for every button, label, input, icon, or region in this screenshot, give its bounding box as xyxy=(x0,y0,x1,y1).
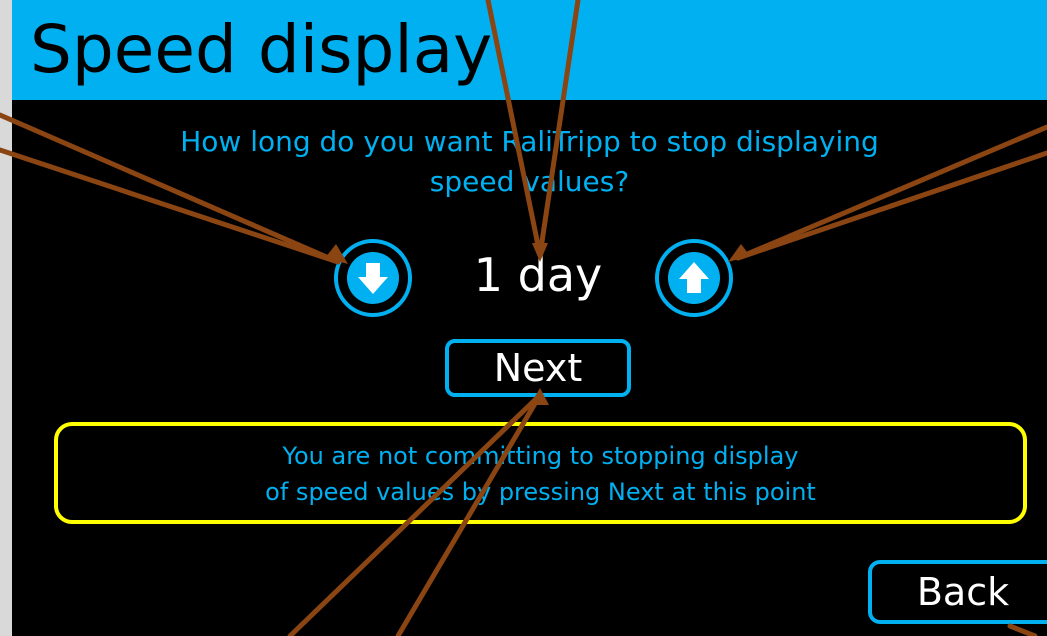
header-bar: Speed display xyxy=(12,0,1047,100)
page-title: Speed display xyxy=(30,11,493,88)
question-text: How long do you want RaliTripp to stop d… xyxy=(12,122,1047,202)
question-line-1: How long do you want RaliTripp to stop d… xyxy=(180,125,879,158)
info-note-line-1: You are not committing to stopping displ… xyxy=(282,442,799,470)
increase-button[interactable] xyxy=(655,239,733,317)
info-note: You are not committing to stopping displ… xyxy=(54,422,1027,524)
next-button[interactable]: Next xyxy=(445,339,631,397)
back-button[interactable]: Back xyxy=(868,560,1047,624)
device-screen: Speed display How long do you want RaliT… xyxy=(12,0,1047,636)
question-line-2: speed values? xyxy=(429,165,630,198)
up-arrow-icon xyxy=(668,252,720,304)
duration-value: 1 day xyxy=(473,248,603,302)
decrease-button[interactable] xyxy=(334,239,412,317)
down-arrow-icon xyxy=(347,252,399,304)
info-note-line-2: of speed values by pressing Next at this… xyxy=(265,478,816,506)
